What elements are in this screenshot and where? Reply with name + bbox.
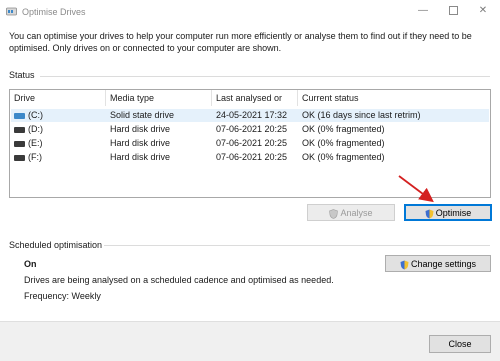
scheduled-divider (104, 245, 490, 246)
column-header-media-type[interactable]: Media type (106, 90, 212, 106)
column-header-current-status[interactable]: Current status (298, 90, 488, 106)
schedule-state: On (24, 259, 37, 269)
drive-cell: (E:) (14, 137, 43, 150)
analyse-label: Analyse (340, 208, 373, 218)
minimize-button[interactable]: — (408, 0, 438, 24)
close-icon: ✕ (478, 5, 488, 16)
intro-text: You can optimise your drives to help you… (9, 31, 472, 53)
schedule-frequency: Frequency: Weekly (24, 291, 101, 301)
ssd-drive-icon (14, 112, 25, 119)
drive-row-d[interactable]: (D:) Hard disk drive 07-06-2021 20:25 OK… (11, 123, 489, 136)
drive-cell: (D:) (14, 123, 43, 136)
last-analysed-cell: 24-05-2021 17:32 (216, 110, 288, 120)
current-status-cell: OK (0% fragmented) (302, 138, 385, 148)
media-type-cell: Hard disk drive (110, 152, 171, 162)
title-bar: Optimise Drives — ✕ (0, 0, 500, 24)
drive-row-f[interactable]: (F:) Hard disk drive 07-06-2021 20:25 OK… (11, 151, 489, 164)
drive-cell: (F:) (14, 151, 42, 164)
media-type-cell: Solid state drive (110, 110, 175, 120)
status-divider (40, 76, 490, 77)
hdd-drive-icon (14, 140, 25, 147)
media-type-cell: Hard disk drive (110, 124, 171, 134)
last-analysed-cell: 07-06-2021 20:25 (216, 152, 288, 162)
schedule-description: Drives are being analysed on a scheduled… (24, 275, 334, 285)
footer-bar (0, 321, 500, 361)
status-section-label: Status (9, 70, 35, 80)
column-header-drive[interactable]: Drive (10, 90, 106, 106)
window-title: Optimise Drives (22, 7, 86, 17)
minimize-icon: — (418, 5, 428, 16)
close-window-button[interactable]: ✕ (468, 0, 498, 24)
last-analysed-cell: 07-06-2021 20:25 (216, 138, 288, 148)
maximize-button[interactable] (438, 0, 468, 24)
change-settings-button[interactable]: Change settings (385, 255, 491, 272)
hdd-drive-icon (14, 154, 25, 161)
shield-icon (400, 260, 409, 270)
current-status-cell: OK (16 days since last retrim) (302, 110, 421, 120)
column-header-last-analysed[interactable]: Last analysed or o... (212, 90, 298, 119)
drive-cell: (C:) (14, 109, 43, 122)
shield-icon (425, 209, 434, 219)
shield-icon (329, 208, 339, 219)
last-analysed-cell: 07-06-2021 20:25 (216, 124, 288, 134)
hdd-drive-icon (14, 126, 25, 133)
drive-row-e[interactable]: (E:) Hard disk drive 07-06-2021 20:25 OK… (11, 137, 489, 150)
drive-row-c[interactable]: (C:) Solid state drive 24-05-2021 17:32 … (11, 109, 489, 122)
defrag-app-icon (6, 7, 17, 16)
optimise-label: Optimise (435, 208, 472, 218)
drives-list[interactable]: Drive Media type Last analysed or o... C… (9, 89, 491, 198)
media-type-cell: Hard disk drive (110, 138, 171, 148)
optimise-button[interactable]: Optimise (404, 204, 492, 221)
scheduled-section-label: Scheduled optimisation (9, 240, 103, 250)
current-status-cell: OK (0% fragmented) (302, 124, 385, 134)
change-settings-label: Change settings (410, 259, 477, 269)
current-status-cell: OK (0% fragmented) (302, 152, 385, 162)
maximize-icon (448, 5, 458, 15)
close-button[interactable]: Close (429, 335, 491, 353)
analyse-button[interactable]: Analyse (307, 204, 395, 221)
